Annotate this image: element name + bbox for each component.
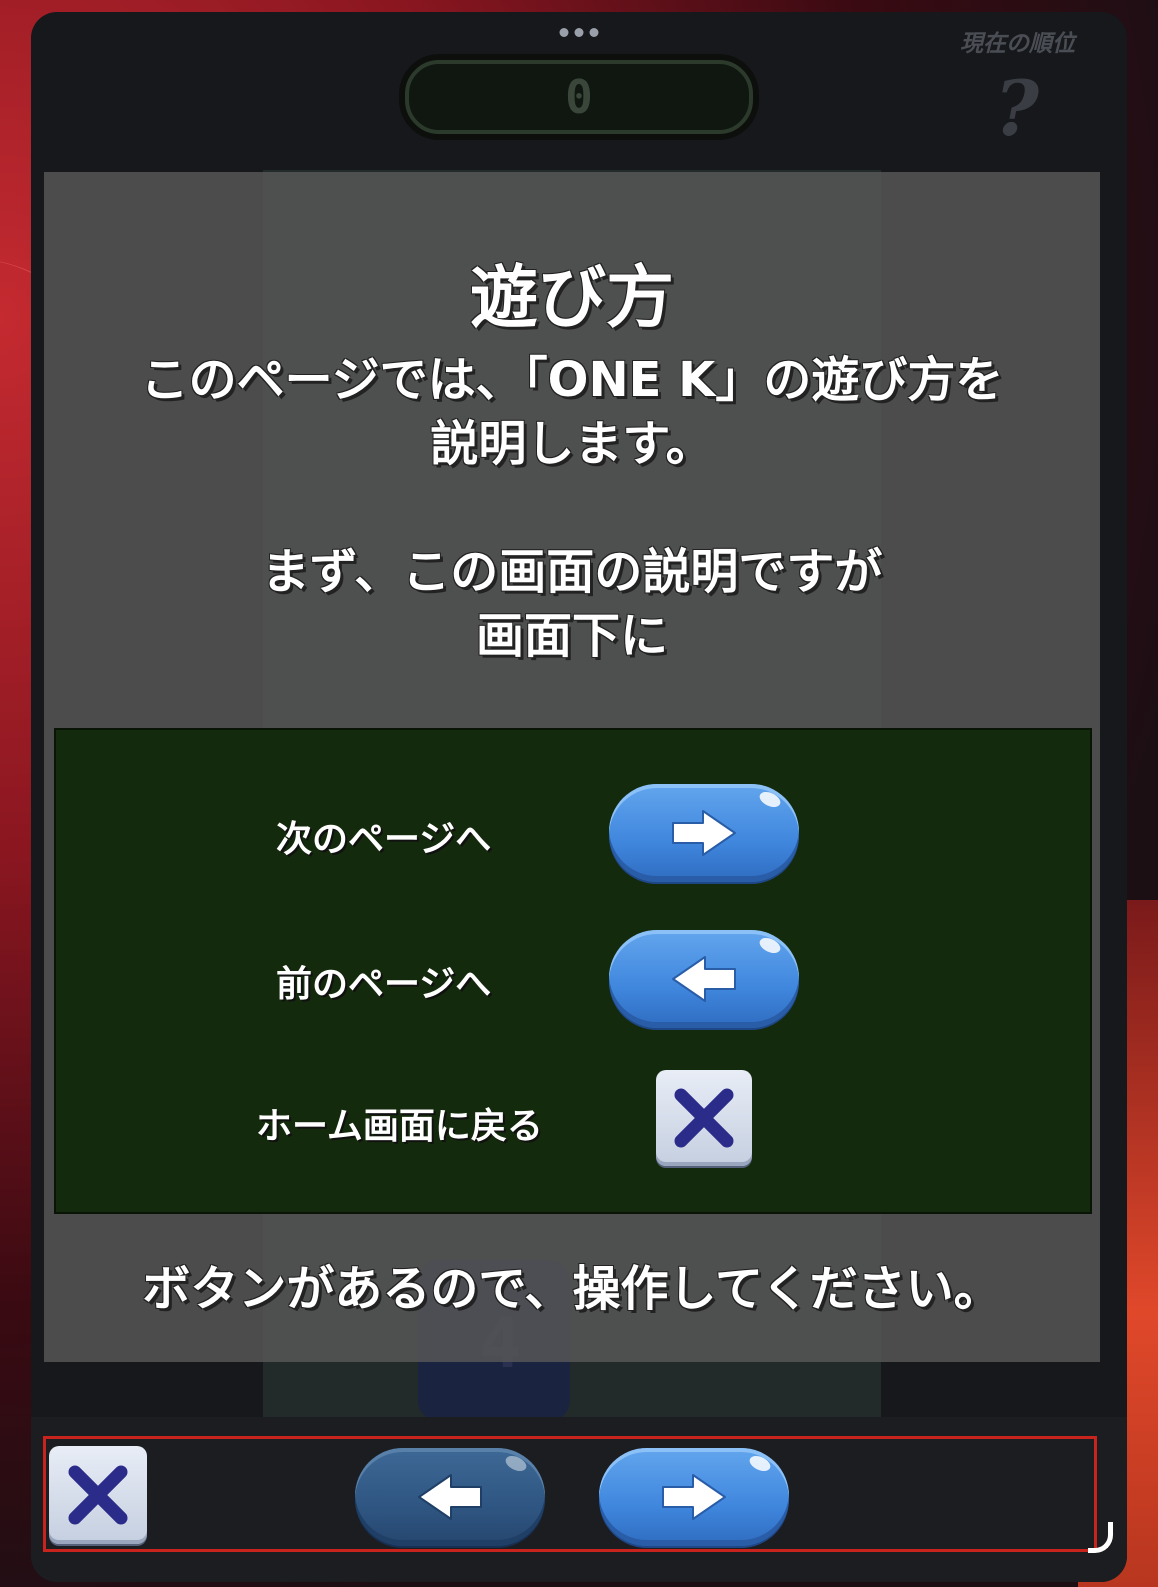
modal-explain-text: まず、この画面の説明ですが 画面下に (261, 544, 883, 664)
button-help-panel: 次のページへ 前のページへ ホーム画面に戻る (54, 728, 1092, 1214)
help-label-next: 次のページへ (276, 819, 492, 860)
modal-intro-text: このページでは、「ONE K」の遊び方を 説明します。 (140, 352, 1004, 472)
prev-page-button[interactable] (355, 1448, 545, 1546)
how-to-play-modal: 遊び方 このページでは、「ONE K」の遊び方を 説明します。 まず、この画面の… (44, 172, 1100, 1362)
help-close-button (656, 1070, 752, 1166)
arrow-right-icon (672, 810, 736, 856)
help-next-button (609, 784, 799, 882)
home-close-button[interactable] (49, 1446, 147, 1544)
next-page-button[interactable] (599, 1448, 789, 1546)
rank-value: ? (994, 64, 1039, 153)
score-display: 0 (405, 60, 753, 134)
modal-title: 遊び方 (469, 259, 674, 338)
rank-label: 現在の順位 (960, 31, 1075, 57)
arrow-left-icon (672, 956, 736, 1002)
arrow-right-icon (662, 1474, 726, 1520)
modal-outro-text: ボタンがあるので、操作してください。 (142, 1261, 1002, 1317)
toolbar-highlight (43, 1436, 1097, 1552)
x-icon (68, 1465, 128, 1525)
x-icon (674, 1088, 734, 1148)
game-window: 0 現在の順位 ? 4 遊び方 このページでは、「ONE K」の遊び方を 説明し… (31, 12, 1127, 1582)
arrow-left-icon (418, 1474, 482, 1520)
more-dots-icon[interactable] (559, 28, 599, 37)
help-label-prev: 前のページへ (276, 964, 492, 1005)
help-prev-button (609, 930, 799, 1028)
help-label-home: ホーム画面に戻る (256, 1106, 543, 1147)
